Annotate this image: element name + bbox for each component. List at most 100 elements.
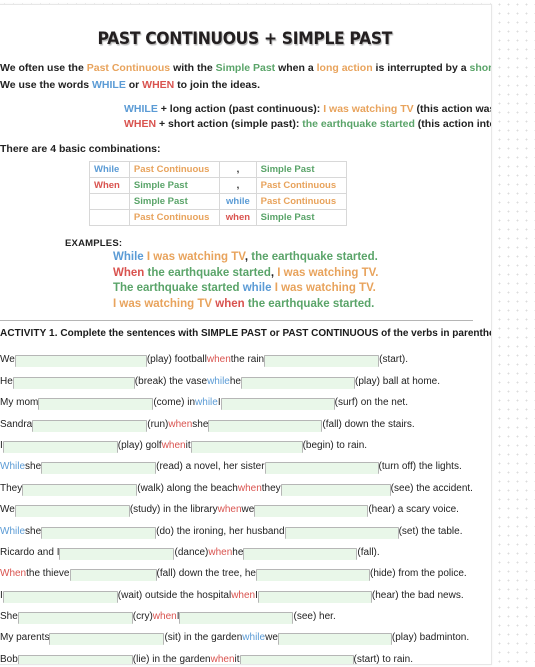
combination-second-tense: Simple Past	[255, 209, 348, 226]
combination-row: Simple Past while Past Continuous	[89, 193, 348, 210]
intro2-text-b: or	[125, 79, 143, 91]
exercise-text: While	[0, 525, 26, 537]
combinations-table: While Past Continuous, Simple Past When Simp…	[89, 161, 348, 226]
answer-blank[interactable]	[49, 633, 165, 646]
exercise-text: (fall).	[357, 546, 380, 558]
exercise-text: They	[0, 482, 23, 494]
combination-first-tense: Past Continuous	[128, 209, 221, 226]
exercise-text: the rain	[230, 354, 265, 366]
exercise-text: (break) the vase	[134, 375, 208, 387]
exercise-text: (begin) to rain.	[302, 439, 368, 451]
exercise-text: (start).	[379, 354, 409, 366]
example-segment: When	[113, 266, 145, 279]
answer-blank[interactable]	[17, 612, 133, 625]
answer-blank[interactable]	[243, 547, 358, 560]
exercise-text: it	[234, 653, 240, 665]
activity-number: ACTIVITY 1.	[0, 328, 58, 339]
exercise-text: it	[185, 439, 191, 451]
answer-blank[interactable]	[239, 654, 354, 664]
exercise-item: We (study) in the library when we (hear) a…	[0, 496, 491, 518]
page-title: PAST CONTINUOUS + SIMPLE PAST	[97, 29, 393, 49]
exercise-text: When	[0, 568, 27, 580]
combination-second-tense: Past Continuous	[255, 193, 348, 210]
answer-blank[interactable]	[280, 483, 391, 496]
answer-blank[interactable]	[38, 398, 154, 411]
section-divider	[0, 320, 473, 321]
exercise-text: when	[210, 653, 235, 665]
answer-blank[interactable]	[32, 419, 148, 432]
answer-blank[interactable]	[208, 419, 323, 432]
answer-blank[interactable]	[179, 612, 294, 625]
answer-blank[interactable]	[256, 569, 370, 582]
exercise-text: she	[25, 461, 42, 473]
examples-block: EXAMPLES: While I was watching TV, the e…	[0, 238, 491, 312]
answer-blank[interactable]	[220, 398, 335, 411]
combination-conjunction: While	[89, 161, 130, 178]
intro-line-1: We often use the Past Continuous with th…	[0, 61, 491, 76]
answer-blank[interactable]	[41, 462, 157, 475]
combination-conjunction: When	[89, 177, 130, 194]
example-sentence: I was watching TV when the earthquake st…	[113, 297, 378, 313]
exercise-text: (run)	[147, 418, 169, 430]
exercise-text: (start) to rain.	[353, 653, 413, 665]
answer-blank[interactable]	[2, 590, 118, 603]
exercise-text: (lie) in the garden	[132, 653, 211, 665]
answer-blank[interactable]	[2, 440, 118, 453]
exercise-text: (study) in the library	[129, 504, 218, 516]
exercise-text: We	[0, 504, 15, 516]
answer-blank[interactable]	[69, 569, 157, 582]
combination-first-tense: Simple Past	[128, 177, 221, 194]
rule-when-note: (this action interrupted)	[417, 118, 491, 130]
rule-when-example: the earthquake started	[302, 118, 415, 130]
answer-blank[interactable]	[22, 483, 138, 496]
exercise-text: she	[192, 418, 209, 430]
exercise-text: when	[161, 439, 186, 451]
rules-block: WHILE + long action (past continuous): I…	[0, 102, 491, 132]
answer-blank[interactable]	[264, 462, 379, 475]
answer-blank[interactable]	[277, 633, 392, 646]
example-segment: the earthquake started.	[248, 251, 378, 263]
worksheet-content: PAST CONTINUOUS + SIMPLE PAST We often u…	[0, 5, 492, 665]
answer-blank[interactable]	[59, 547, 175, 560]
exercise-item: She (cry) when I (see) her.	[0, 603, 491, 625]
exercise-text: We	[0, 354, 15, 366]
rule-when-keyword: WHEN	[124, 118, 157, 130]
answer-blank[interactable]	[240, 376, 355, 389]
exercise-text: when	[152, 611, 177, 623]
answer-blank[interactable]	[254, 505, 369, 518]
exercise-text: she	[25, 525, 42, 537]
exercise-text: My mom	[0, 397, 39, 409]
answer-blank[interactable]	[14, 505, 130, 518]
worksheet-page: PAST CONTINUOUS + SIMPLE PAST We often u…	[0, 4, 492, 665]
answer-blank[interactable]	[264, 355, 380, 368]
exercise-text: (dance)	[174, 546, 209, 558]
exercise-text: (play) golf	[117, 439, 162, 451]
combination-conjunction	[89, 193, 130, 210]
exercise-text: (fall) down the tree, he	[156, 568, 257, 580]
exercise-text: (walk) along the beach	[137, 482, 238, 494]
exercise-text: Sandra	[0, 418, 33, 430]
combination-row: Past Continuous when Simple Past	[89, 209, 348, 226]
exercise-text: when	[168, 418, 193, 430]
answer-blank[interactable]	[14, 355, 147, 368]
answer-blank[interactable]	[41, 526, 157, 539]
exercise-text: (surf) on the net.	[334, 397, 408, 409]
answer-blank[interactable]	[17, 654, 133, 664]
answer-blank[interactable]	[284, 526, 399, 539]
exercise-text: (hear) a scary voice.	[368, 504, 459, 516]
exercise-text: (turn off) the lights.	[378, 461, 462, 473]
exercise-item: I (wait) outside the hospital when I (hear…	[0, 581, 491, 603]
answer-blank[interactable]	[190, 440, 303, 453]
answer-blank[interactable]	[12, 376, 135, 389]
examples-list: While I was watching TV, the earthquake …	[113, 250, 378, 312]
exercise-text: (see) the accident.	[390, 482, 473, 494]
activity-instruction: Complete the sentences with SIMPLE PAST …	[57, 328, 492, 339]
rule-while-example: I was watching TV	[323, 103, 414, 115]
combinations-lead: There are 4 basic combinations:	[0, 143, 161, 155]
answer-blank[interactable]	[257, 590, 372, 603]
exercise-text: when	[206, 354, 231, 366]
example-segment: I was watching TV.	[271, 282, 376, 294]
exercise-text: while	[242, 632, 266, 644]
combinations-table-wrapper: While Past Continuous, Simple Past When Simp…	[0, 161, 491, 226]
exercise-item: When the thieve (fall) down the tree, he (…	[0, 560, 491, 582]
